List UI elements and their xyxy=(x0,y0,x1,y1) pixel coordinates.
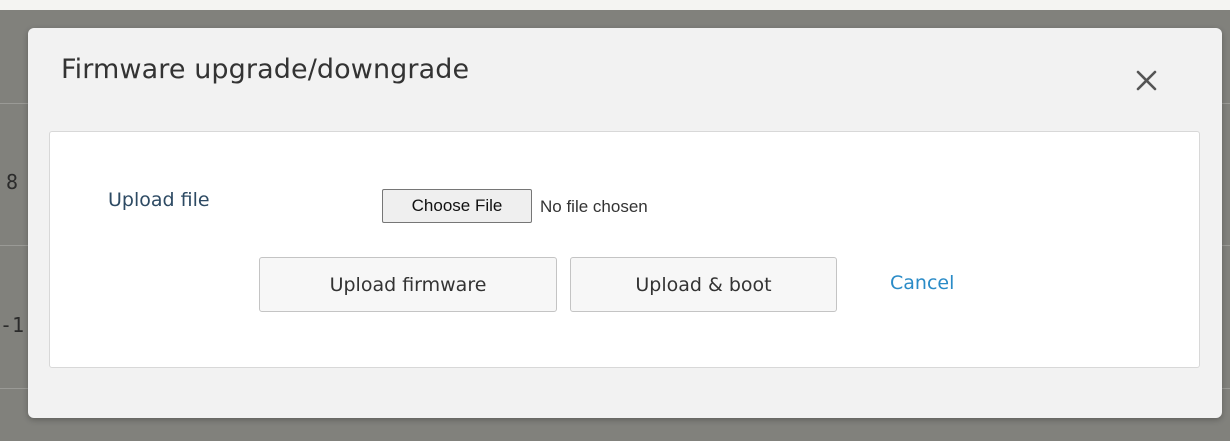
upload-firmware-button[interactable]: Upload firmware xyxy=(259,257,557,312)
upload-file-label: Upload file xyxy=(108,189,210,211)
background-header xyxy=(0,0,1230,10)
choose-file-button[interactable]: Choose File xyxy=(382,189,532,223)
cancel-link[interactable]: Cancel xyxy=(890,272,954,294)
firmware-dialog: Firmware upgrade/downgrade Upload file C… xyxy=(28,28,1222,418)
background-cell-text: -1 xyxy=(0,313,25,337)
file-status-text: No file chosen xyxy=(540,197,648,216)
upload-and-boot-button[interactable]: Upload & boot xyxy=(570,257,837,312)
dialog-body: Upload file Choose File No file chosen U… xyxy=(49,131,1200,368)
dialog-title: Firmware upgrade/downgrade xyxy=(61,54,470,85)
close-icon[interactable] xyxy=(1132,66,1162,96)
background-cell-text: 8 xyxy=(6,170,19,194)
